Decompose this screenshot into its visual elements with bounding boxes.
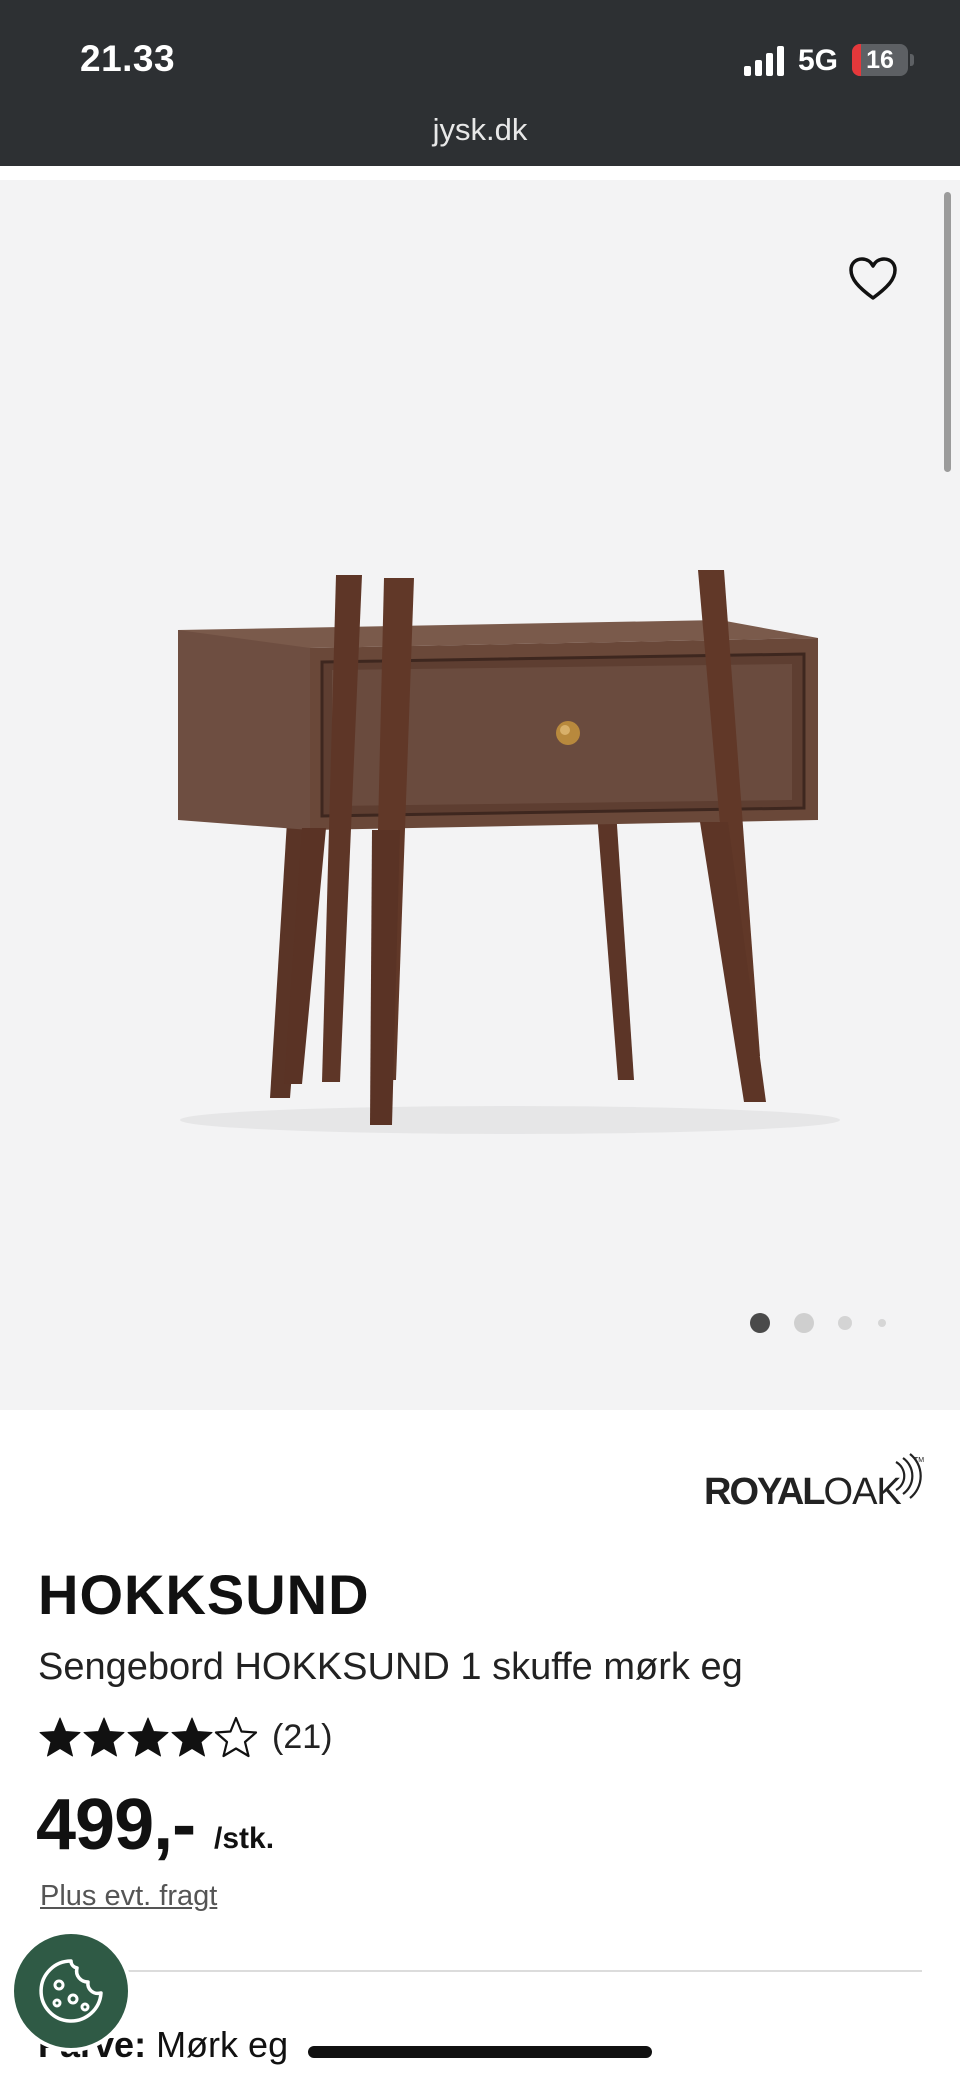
gallery-pagination [740,1308,900,1338]
browser-header: 21.33 5G 16 jysk.dk [0,0,960,166]
cookie-icon [39,1959,103,2023]
page-scrollbar[interactable] [944,192,951,472]
royal-oak-brand-logo: ROYALOAK TM [704,1453,924,1513]
svg-text:TM: TM [914,1457,924,1464]
gallery-dot-1[interactable] [750,1313,770,1333]
star-filled-icon [127,1717,169,1757]
cookie-settings-button[interactable] [10,1930,132,2052]
price-unit: /stk. [214,1822,275,1855]
battery-tip [910,54,914,66]
star-filled-icon [171,1717,213,1757]
gallery-dot-2[interactable] [794,1313,814,1333]
product-price: 499,- [36,1785,196,1865]
review-count[interactable]: (21) [272,1718,332,1757]
status-time: 21.33 [80,38,176,79]
battery-icon: 16 [852,44,908,76]
color-value: Mørk eg [156,2024,289,2065]
product-rating[interactable]: (21) [38,1712,332,1762]
product-image-gallery[interactable] [0,180,960,1410]
home-indicator[interactable] [308,2046,652,2058]
battery-percentage: 16 [866,46,894,74]
gallery-dot-4[interactable] [878,1319,886,1327]
shipping-note-link[interactable]: Plus evt. fragt [40,1880,217,1913]
star-filled-icon [39,1717,81,1757]
heart-icon[interactable] [848,256,898,302]
product-description: Sengebord HOKKSUND 1 skuffe mørk eg [38,1646,743,1688]
product-image-nightstand [178,570,840,1134]
network-type: 5G [798,44,839,77]
gallery-dot-3[interactable] [838,1316,852,1330]
section-divider [40,1970,922,1972]
cellular-signal-icon [744,46,784,76]
address-bar-url[interactable]: jysk.dk [0,112,960,148]
star-empty-icon [214,1716,258,1758]
svg-text:ROYALOAK: ROYALOAK [704,1471,901,1513]
product-title: HOKKSUND [38,1563,370,1626]
star-filled-icon [83,1717,125,1757]
